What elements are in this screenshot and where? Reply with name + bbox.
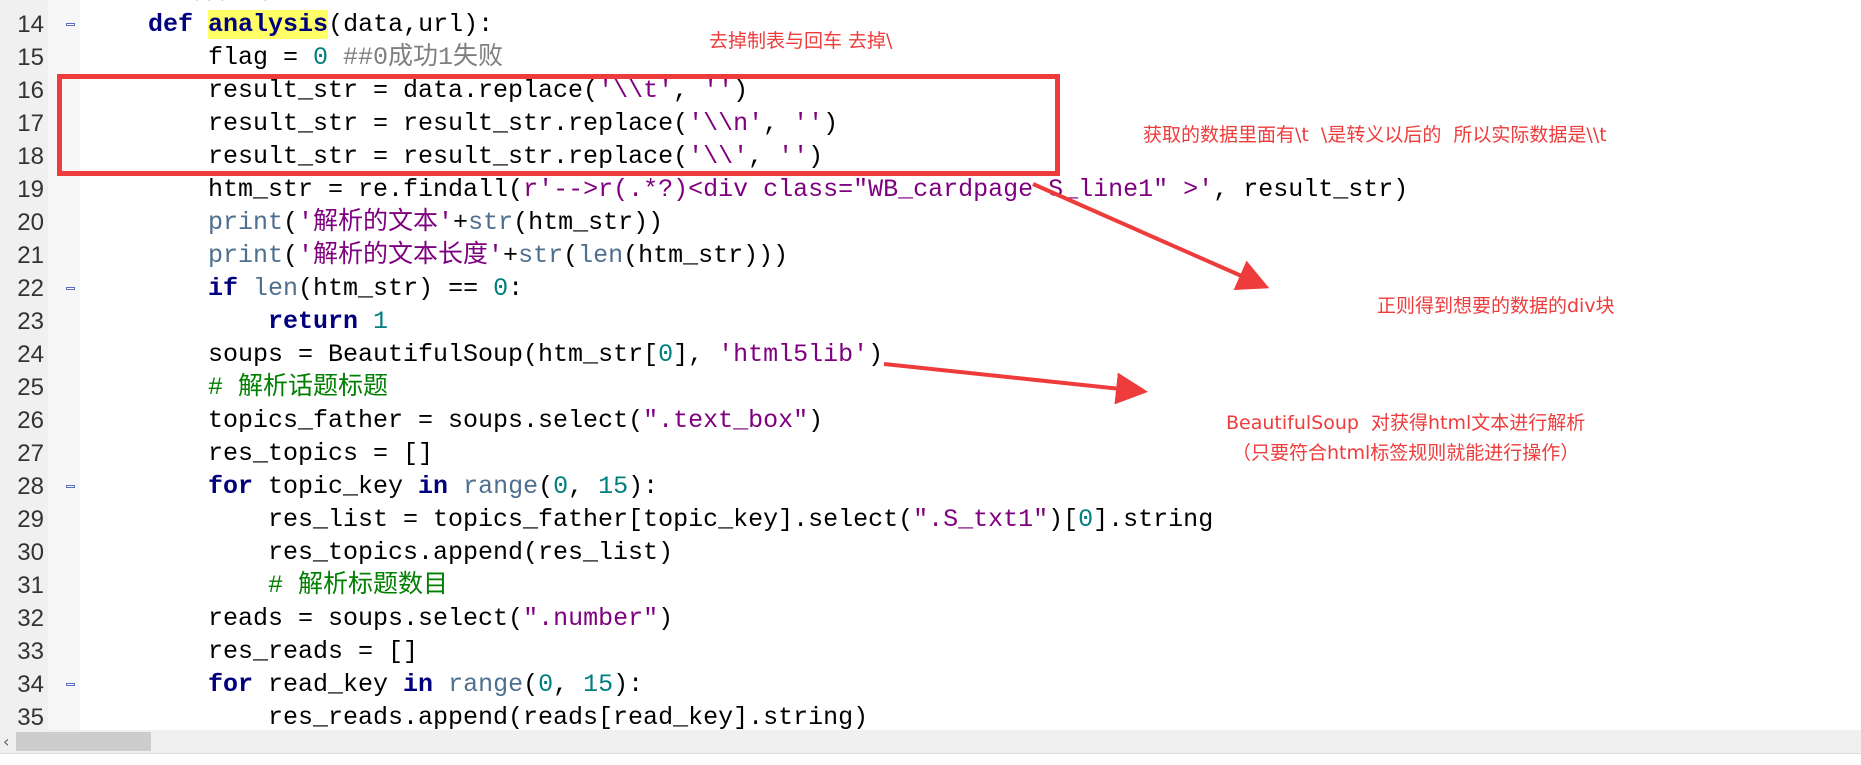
annotation-arrows [883, 182, 1270, 405]
status-strip [0, 753, 1861, 765]
arrow-to-regex-note [1032, 182, 1270, 290]
horizontal-scrollbar[interactable]: ‹ [0, 730, 1861, 753]
scrollbar-thumb[interactable] [16, 732, 151, 751]
arrow-to-beautifulsoup-note [883, 362, 1148, 405]
scroll-left-arrow-icon[interactable]: ‹ [3, 730, 9, 753]
